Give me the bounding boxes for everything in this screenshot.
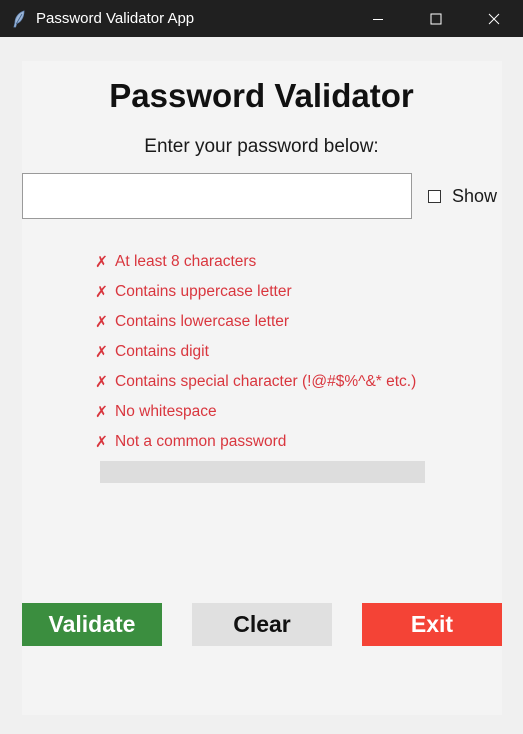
criterion-not-common: ✗ Not a common password	[95, 427, 416, 457]
page-title: Password Validator	[109, 77, 414, 114]
cross-icon: ✗	[95, 373, 108, 391]
exit-button[interactable]: Exit	[362, 603, 502, 646]
criterion-special-char: ✗ Contains special character (!@#$%^&* e…	[95, 367, 416, 397]
cross-icon: ✗	[95, 253, 108, 271]
close-button[interactable]	[465, 0, 523, 37]
criterion-label: Contains lowercase letter	[115, 313, 290, 330]
cross-icon: ✗	[95, 403, 108, 421]
password-input[interactable]	[22, 173, 412, 219]
criterion-label: Not a common password	[115, 433, 287, 450]
criterion-label: Contains digit	[115, 343, 209, 360]
validate-button[interactable]: Validate	[22, 603, 162, 646]
criterion-label: Contains uppercase letter	[115, 283, 292, 300]
maximize-button[interactable]	[407, 0, 465, 37]
password-prompt: Enter your password below:	[144, 136, 379, 157]
criterion-label: No whitespace	[115, 403, 217, 420]
criterion-digit: ✗ Contains digit	[95, 337, 416, 367]
feather-icon	[13, 10, 25, 28]
criteria-list: ✗ At least 8 characters ✗ Contains upper…	[95, 247, 416, 457]
strength-progress-bar	[100, 461, 425, 483]
show-password-label: Show	[452, 186, 498, 206]
clear-button[interactable]: Clear	[192, 603, 332, 646]
cross-icon: ✗	[95, 343, 108, 361]
criterion-uppercase: ✗ Contains uppercase letter	[95, 277, 416, 307]
cross-icon: ✗	[95, 313, 108, 331]
criterion-min-length: ✗ At least 8 characters	[95, 247, 416, 277]
criterion-lowercase: ✗ Contains lowercase letter	[95, 307, 416, 337]
maximize-icon	[430, 13, 442, 24]
criterion-label: Contains special character (!@#$%^&* etc…	[115, 373, 417, 390]
window-title: Password Validator App	[36, 10, 195, 27]
show-password-checkbox[interactable]	[428, 189, 441, 203]
close-icon	[488, 13, 500, 24]
criterion-no-whitespace: ✗ No whitespace	[95, 397, 416, 427]
minimize-icon	[373, 18, 383, 20]
app-window: Password Validator App Password Validato…	[0, 0, 523, 734]
title-bar[interactable]: Password Validator App	[0, 0, 523, 37]
criterion-label: At least 8 characters	[115, 253, 257, 270]
cross-icon: ✗	[95, 283, 108, 301]
minimize-button[interactable]	[349, 0, 407, 37]
cross-icon: ✗	[95, 433, 108, 451]
show-password-toggle[interactable]: Show	[428, 185, 497, 207]
